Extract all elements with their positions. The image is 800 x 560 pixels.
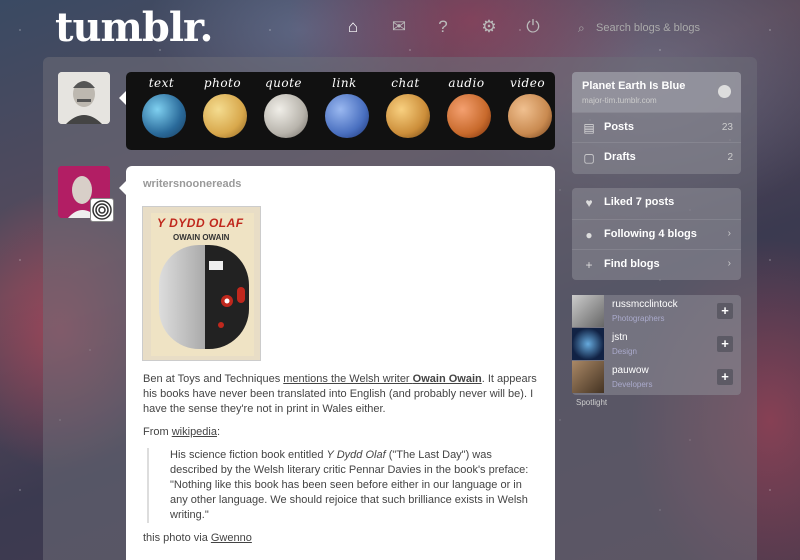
follow-plus-icon[interactable]: +: [717, 336, 733, 352]
top-header: tumblr. ⌂ ✉ ? ⚙ ⏻ ⌕ Search blogs & blogs: [0, 0, 800, 58]
search-icon: ⌕: [578, 21, 585, 35]
audio-planet-icon: [447, 94, 491, 138]
mentions-link[interactable]: mentions the Welsh writer Owain Owain: [283, 373, 481, 385]
from-colon: :: [216, 426, 221, 438]
owain-owain-bold: Owain Owain: [412, 373, 482, 385]
post-caret: [119, 181, 126, 195]
post-username[interactable]: writersnoonereads: [143, 178, 241, 190]
chevron-right-icon: ›: [727, 228, 731, 239]
sidebar-item-following[interactable]: ● Following 4 blogs ›: [572, 219, 741, 249]
power-icon[interactable]: ⏻: [522, 16, 544, 38]
post-quote-button[interactable]: quote: [253, 72, 314, 150]
user-avatar[interactable]: [58, 72, 110, 124]
from-label: From: [143, 426, 172, 438]
link-planet-icon: [325, 94, 369, 138]
post-chat-label: chat: [391, 76, 420, 90]
post-blockquote: His science fiction book entitled Y Dydd…: [147, 448, 538, 523]
spotlight-item[interactable]: pauwow Developers +: [572, 361, 741, 393]
book-cover: Y DYDD OLAF OWAIN OWAIN: [151, 213, 254, 356]
gwenno-link[interactable]: Gwenno: [211, 532, 252, 544]
drafts-count: 2: [727, 152, 733, 163]
spotlight-avatar: [572, 328, 604, 360]
chevron-right-icon: ›: [727, 258, 731, 269]
sidebar-item-drafts[interactable]: ▢ Drafts 2: [572, 142, 741, 172]
from-line: From wikipedia:: [143, 425, 538, 440]
heart-icon: ♥: [585, 196, 593, 210]
spotlight-name: russmcclintock: [612, 299, 678, 310]
follow-plus-icon[interactable]: +: [717, 303, 733, 319]
liked-label: Liked 7 posts: [604, 196, 675, 208]
follow-plus-icon[interactable]: +: [717, 369, 733, 385]
video-planet-icon: [508, 94, 552, 138]
gear-icon[interactable]: ⚙: [478, 16, 500, 38]
home-icon[interactable]: ⌂: [342, 16, 364, 38]
blog-header[interactable]: Planet Earth Is Blue major-tim.tumblr.co…: [572, 72, 741, 112]
post-text-start: Ben at Toys and Techniques: [143, 373, 284, 385]
quote-text-start: His science fiction book entitled: [170, 449, 327, 461]
person-icon: ●: [585, 228, 593, 242]
find-blogs-label: Find blogs: [604, 258, 660, 270]
posts-count: 23: [721, 122, 733, 133]
cover-machine-illustration: [205, 245, 249, 349]
photo-planet-icon: [203, 94, 247, 138]
spotlight-name: jstn: [612, 332, 628, 343]
blog-name: Planet Earth Is Blue: [582, 80, 686, 92]
post-type-bar: text photo quote link chat audio video: [126, 72, 555, 150]
post-photo-button[interactable]: photo: [192, 72, 253, 150]
wikipedia-link[interactable]: wikipedia: [172, 426, 217, 438]
post-video-label: video: [509, 76, 546, 90]
spotlight-category: Design: [612, 347, 637, 356]
posts-label: Posts: [604, 121, 634, 133]
tumblr-logo[interactable]: tumblr.: [55, 4, 213, 51]
post-link-button[interactable]: link: [314, 72, 375, 150]
cover-face-illustration: [159, 245, 205, 349]
post-video-button[interactable]: video: [497, 72, 558, 150]
post-link-label: link: [332, 76, 357, 90]
post-text-label: text: [148, 76, 175, 90]
spotlight-avatar: [572, 361, 604, 393]
via-line: this photo via Gwenno: [143, 531, 538, 546]
reblog-source-avatar[interactable]: [90, 198, 114, 222]
post-photo-label: photo: [203, 76, 242, 90]
drafts-icon: ▢: [583, 151, 595, 165]
help-icon[interactable]: ?: [432, 16, 454, 38]
spotlight-avatar: [572, 295, 604, 327]
search-placeholder: Search blogs & blogs: [596, 22, 700, 34]
mail-icon[interactable]: ✉: [388, 16, 410, 38]
add-person-icon: +: [585, 258, 593, 272]
book-cover-title: Y DYDD OLAF: [157, 216, 244, 230]
postbar-caret: [119, 91, 126, 105]
drafts-label: Drafts: [604, 151, 636, 163]
spotlight-name: pauwow: [612, 365, 649, 376]
via-label: this photo via: [143, 532, 211, 544]
blog-url: major-tim.tumblr.com: [582, 96, 657, 105]
quote-book-title: Y Dydd Olaf: [326, 449, 386, 461]
sidebar-item-liked[interactable]: ♥ Liked 7 posts: [572, 188, 741, 218]
sidebar-item-find-blogs[interactable]: + Find blogs ›: [572, 249, 741, 279]
mentions-link-text: mentions the Welsh writer: [283, 373, 413, 385]
post-audio-label: audio: [448, 76, 485, 90]
search-input[interactable]: ⌕ Search blogs & blogs: [578, 17, 718, 39]
spotlight-category: Photographers: [612, 314, 665, 323]
spotlight-item[interactable]: russmcclintock Photographers +: [572, 295, 741, 327]
post-body: Ben at Toys and Techniques mentions the …: [143, 372, 538, 554]
book-cover-author: OWAIN OWAIN: [173, 233, 230, 242]
blog-settings-icon[interactable]: [718, 85, 731, 98]
chat-planet-icon: [386, 94, 430, 138]
post-paragraph: Ben at Toys and Techniques mentions the …: [143, 372, 538, 417]
spotlight-label[interactable]: Spotlight: [576, 398, 607, 407]
post-audio-button[interactable]: audio: [436, 72, 497, 150]
posts-icon: ▤: [583, 121, 595, 135]
sidebar-item-posts[interactable]: ▤ Posts 23: [572, 112, 741, 142]
photo-post: writersnoonereads Y DYDD OLAF OWAIN OWAI…: [126, 166, 555, 560]
post-chat-button[interactable]: chat: [375, 72, 436, 150]
earth-planet-icon: [142, 94, 186, 138]
post-quote-label: quote: [264, 76, 303, 90]
post-photo[interactable]: Y DYDD OLAF OWAIN OWAIN: [142, 206, 261, 361]
spotlight-item[interactable]: jstn Design +: [572, 328, 741, 360]
post-text-button[interactable]: text: [131, 72, 192, 150]
following-label: Following 4 blogs: [604, 228, 697, 240]
spotlight-category: Developers: [612, 380, 653, 389]
quote-planet-icon: [264, 94, 308, 138]
